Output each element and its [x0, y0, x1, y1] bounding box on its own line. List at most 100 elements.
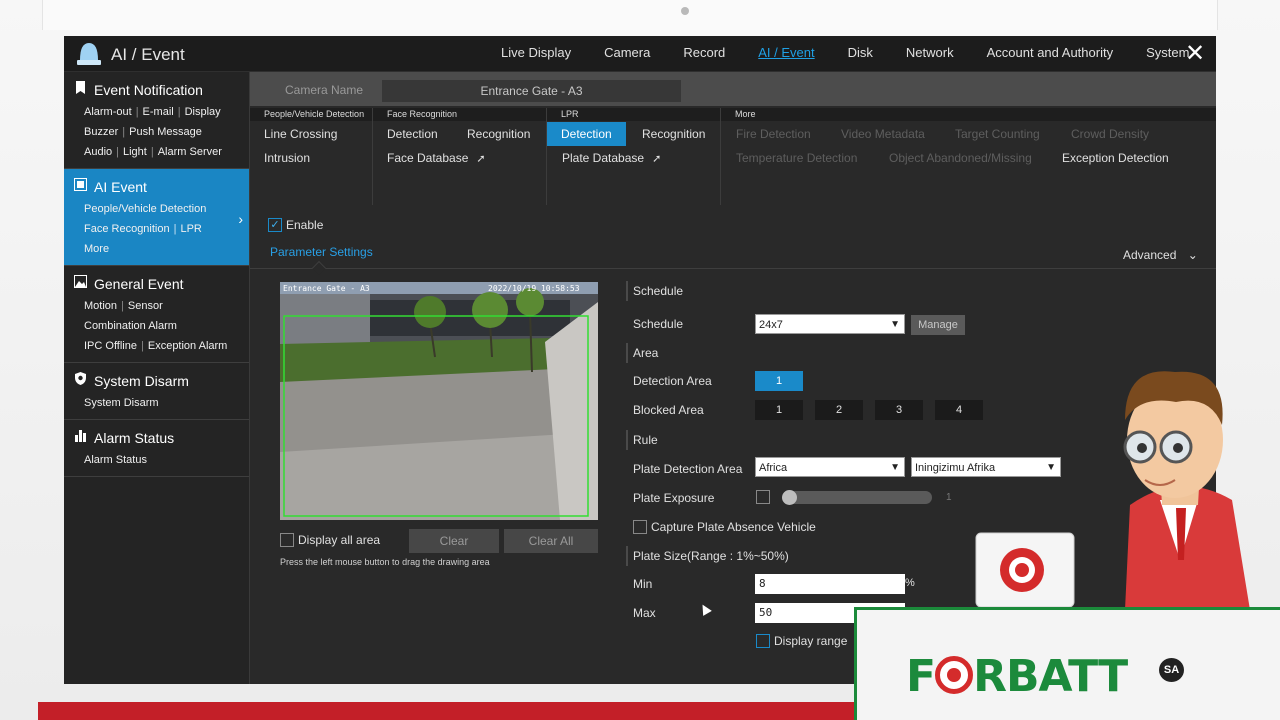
nav-ai-event[interactable]: AI / Event	[758, 36, 814, 72]
alarm-light-icon	[77, 43, 101, 65]
tab-target-counting: Target Counting	[955, 127, 1040, 141]
sidebar-group-alarm-status: Alarm Status Alarm Status	[64, 420, 249, 477]
plate-exposure-value: 1	[946, 492, 952, 503]
link-push-message[interactable]: Push Message	[129, 126, 202, 138]
display-all-area-label: Display all area	[298, 532, 381, 547]
target-icon	[935, 656, 974, 694]
schedule-label: Schedule	[633, 317, 684, 331]
display-range-checkbox[interactable]	[756, 633, 770, 648]
clear-all-button[interactable]: Clear All	[504, 529, 598, 553]
external-link-icon: ➚	[476, 153, 486, 165]
link-alarm-out[interactable]: Alarm-out	[84, 106, 132, 118]
nav-disk[interactable]: Disk	[848, 36, 873, 72]
preview-scene	[280, 282, 598, 520]
link-email[interactable]: E-mail	[143, 106, 174, 118]
link-people-vehicle-detection[interactable]: People/Vehicle Detection	[84, 203, 206, 215]
tab-crowd-density: Crowd Density	[1071, 127, 1150, 141]
blocked-area-1-button[interactable]: 1	[755, 400, 803, 420]
link-audio[interactable]: Audio	[84, 146, 112, 158]
plate-exposure-slider[interactable]	[786, 491, 932, 504]
capture-absence-label: Capture Plate Absence Vehicle	[651, 519, 816, 534]
camera-preview[interactable]: Entrance Gate - A3 2022/10/19 10:58:53	[280, 282, 598, 520]
min-input[interactable]: 8	[755, 574, 905, 594]
enable-label: Enable	[286, 217, 324, 232]
link-light[interactable]: Light	[123, 146, 147, 158]
tab-exception-detection[interactable]: Exception Detection	[1062, 146, 1169, 170]
slider-handle[interactable]	[782, 490, 797, 505]
link-system-disarm[interactable]: System Disarm	[84, 397, 159, 409]
tab-parameter-settings[interactable]: Parameter Settings	[270, 245, 373, 259]
tab-lpr-recognition[interactable]: Recognition	[642, 122, 705, 146]
link-ipc-offline[interactable]: IPC Offline	[84, 340, 137, 352]
detection-area-label: Detection Area	[633, 374, 712, 388]
bookmark-icon	[76, 81, 85, 94]
link-face-recognition[interactable]: Face Recognition	[84, 223, 170, 235]
section-rule: Rule	[626, 430, 658, 450]
manage-button[interactable]: Manage	[911, 315, 965, 335]
tab-fire-detection: Fire Detection	[736, 127, 811, 141]
schedule-select[interactable]: 24x7 ▼	[755, 314, 905, 334]
sidebar-title-ai-event[interactable]: AI Event	[94, 177, 249, 197]
detection-area-1-button[interactable]: 1	[755, 371, 803, 391]
screen: AI / Event Live Display Camera Record AI…	[0, 0, 1280, 720]
clear-button[interactable]: Clear	[409, 529, 499, 553]
link-display[interactable]: Display	[185, 106, 221, 118]
plate-country-select[interactable]: Iningizimu Afrika ▼	[911, 457, 1061, 477]
link-buzzer[interactable]: Buzzer	[84, 126, 118, 138]
tab-face-database[interactable]: Face Database ➚	[387, 146, 486, 170]
plate-exposure-checkbox[interactable]	[756, 490, 770, 504]
tab-indicator	[311, 260, 327, 276]
sidebar: Event Notification Alarm-out | E-mail | Disp…	[64, 72, 250, 684]
section-schedule: Schedule	[626, 281, 683, 301]
enable-checkbox[interactable]: ✓	[268, 217, 282, 232]
link-lpr[interactable]: LPR	[180, 223, 201, 235]
sidebar-title-alarm-status[interactable]: Alarm Status	[94, 428, 249, 448]
chevron-down-icon: ▼	[1046, 462, 1056, 473]
red-strip	[38, 702, 858, 720]
capture-absence-checkbox[interactable]	[633, 519, 647, 534]
tab-object-abandoned-missing: Object Abandoned/Missing	[889, 151, 1032, 165]
blocked-area-2-button[interactable]: 2	[815, 400, 863, 420]
display-all-area-checkbox[interactable]	[280, 532, 294, 547]
camera-name-label: Camera Name	[285, 83, 364, 97]
tab-lpr-detection[interactable]: Detection	[547, 122, 626, 146]
blocked-area-3-button[interactable]: 3	[875, 400, 923, 420]
tab-face-recognition[interactable]: Recognition	[467, 122, 530, 146]
sidebar-title-general-event[interactable]: General Event	[94, 274, 249, 294]
display-range-label: Display range	[774, 633, 848, 648]
tab-plate-database[interactable]: Plate Database ➚	[562, 146, 661, 170]
nav-record[interactable]: Record	[683, 36, 725, 72]
camera-row: Camera Name Entrance Gate - A3	[250, 72, 1216, 106]
link-motion[interactable]: Motion	[84, 300, 117, 312]
plate-region-select[interactable]: Africa ▼	[755, 457, 905, 477]
brand-logo: F RBATT	[906, 651, 1128, 703]
tab-face-detection[interactable]: Detection	[387, 122, 438, 146]
link-combination-alarm[interactable]: Combination Alarm	[84, 320, 177, 332]
nav-live-display[interactable]: Live Display	[501, 36, 571, 72]
plate-country-value: Iningizimu Afrika	[915, 462, 996, 474]
link-exception-alarm[interactable]: Exception Alarm	[148, 340, 227, 352]
link-sensor[interactable]: Sensor	[128, 300, 163, 312]
advanced-dropdown[interactable]: Advanced ⌄	[1123, 248, 1198, 262]
nav-network[interactable]: Network	[906, 36, 954, 72]
chevron-right-icon: ›	[238, 211, 243, 227]
sidebar-title-event-notification[interactable]: Event Notification	[94, 80, 249, 100]
plate-region-value: Africa	[759, 462, 788, 474]
tab-label: Face Database	[387, 151, 469, 165]
nav-account-authority[interactable]: Account and Authority	[987, 36, 1113, 72]
camera-name-select[interactable]: Entrance Gate - A3	[382, 80, 681, 102]
link-more[interactable]: More	[84, 243, 109, 255]
section-plate-size: Plate Size(Range : 1%~50%)	[626, 546, 789, 566]
blocked-area-4-button[interactable]: 4	[935, 400, 983, 420]
tab-intrusion[interactable]: Intrusion	[264, 146, 310, 170]
tab-line-crossing[interactable]: Line Crossing	[264, 122, 337, 146]
link-alarm-status[interactable]: Alarm Status	[84, 454, 147, 466]
sidebar-title-system-disarm[interactable]: System Disarm	[94, 371, 249, 391]
nav-camera[interactable]: Camera	[604, 36, 650, 72]
link-alarm-server[interactable]: Alarm Server	[158, 146, 222, 158]
tab-group-more: More Fire Detection Video Metadata Targe…	[721, 108, 1216, 205]
main-nav: Live Display Camera Record AI / Event Di…	[501, 36, 1222, 72]
close-icon[interactable]: ✕	[1184, 42, 1206, 66]
nav-system[interactable]: System	[1146, 36, 1189, 72]
divider	[250, 268, 1216, 269]
